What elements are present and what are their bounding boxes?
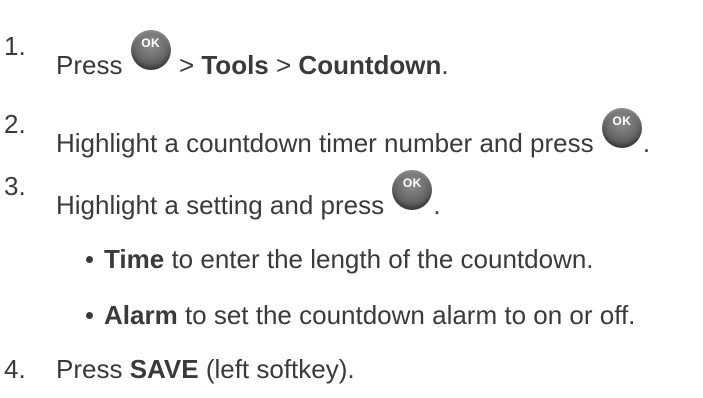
sub-item-text: Time to enter the length of the countdow… [104, 244, 594, 274]
menu-countdown: Countdown [298, 50, 442, 80]
step-number: 4. [4, 354, 26, 384]
bullet-icon [86, 256, 93, 263]
sub-item-term: Time [104, 244, 165, 274]
menu-tools: Tools [201, 50, 269, 80]
step-text: Highlight a setting and press OK. [56, 170, 441, 221]
bullet-icon [86, 312, 93, 319]
ok-button-icon: OK [601, 108, 642, 148]
ok-button-icon: OK [392, 170, 433, 210]
step-text: Highlight a countdown timer number and p… [56, 108, 650, 159]
ok-button-icon: OK [130, 30, 171, 70]
step-text: Press OK > Tools > Countdown. [56, 30, 449, 81]
sub-item-term: Alarm [104, 300, 178, 330]
step-number: 2. [4, 109, 26, 139]
softkey-save: SAVE [129, 354, 199, 384]
step-number: 1. [4, 31, 26, 61]
step-number: 3. [4, 171, 26, 201]
sub-item-text: Alarm to set the countdown alarm to on o… [104, 300, 636, 330]
step-text: Press SAVE (left softkey). [56, 354, 355, 384]
